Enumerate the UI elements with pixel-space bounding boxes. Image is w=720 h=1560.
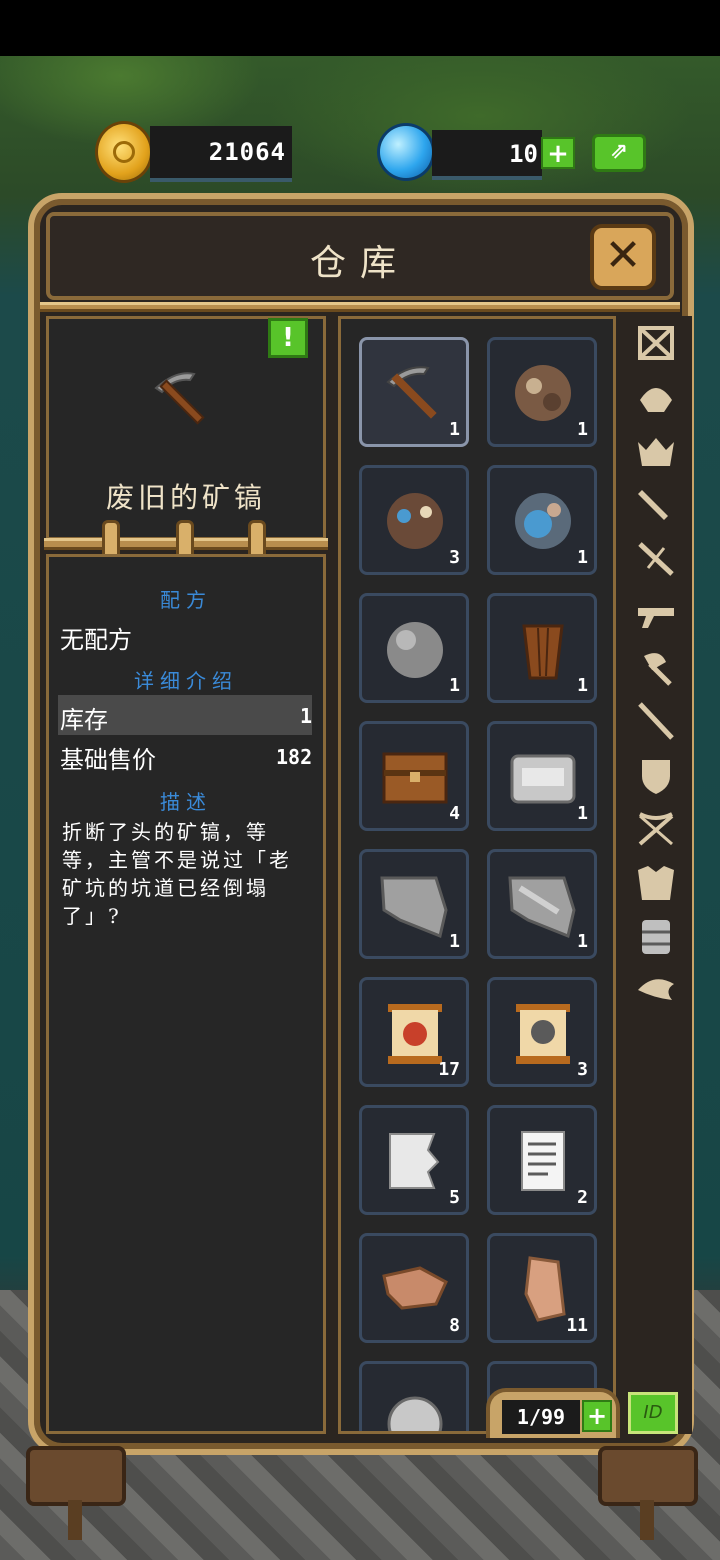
inventory-slot[interactable]: 1 [359, 849, 469, 959]
scale-signpost-icon [26, 1446, 126, 1506]
inventory-slot[interactable]: 3 [487, 977, 597, 1087]
recipe-heading: 配方 [160, 588, 212, 612]
gem-counter: 10 [432, 130, 542, 180]
stock-label: 库存 [60, 706, 108, 734]
staff-icon[interactable] [634, 700, 678, 742]
inventory-slot[interactable]: 1 [359, 337, 469, 447]
item-count: 1 [577, 547, 588, 568]
price-value: 182 [276, 745, 313, 769]
stock-value: 1 [300, 704, 313, 728]
item-count: 1 [577, 675, 588, 696]
share-icon: ⇗ [609, 139, 629, 164]
signpost-pole [640, 1500, 654, 1540]
share-button[interactable]: ⇗ [592, 134, 646, 172]
close-icon: ✕ [604, 230, 642, 281]
item-count: 8 [449, 1315, 460, 1336]
chest-armor-icon[interactable] [634, 862, 678, 904]
inventory-slot[interactable]: 11 [487, 1233, 597, 1343]
inventory-slot[interactable]: 5 [359, 1105, 469, 1215]
item-name: 废旧的矿镐 [105, 481, 266, 514]
all-icon[interactable] [634, 322, 678, 364]
status-bar [0, 0, 720, 56]
inventory-slot[interactable]: 8 [359, 1233, 469, 1343]
inventory-slot[interactable]: 1 [487, 593, 597, 703]
game-screen: 21064 10 + ⇗ 仓库 ✕ ! 废旧的矿镐 配方 无配方 详细介绍 库存… [0, 0, 720, 1560]
item-count: 1 [449, 931, 460, 952]
close-button[interactable]: ✕ [590, 224, 656, 290]
item-count: 1 [577, 803, 588, 824]
crossbow-icon[interactable] [634, 808, 678, 850]
description-heading: 描述 [160, 790, 212, 814]
item-count: 4 [449, 803, 460, 824]
inventory-slot[interactable]: 1 [487, 465, 597, 575]
door-signpost-icon [598, 1446, 698, 1506]
swords-icon[interactable] [634, 538, 678, 580]
inventory-slot[interactable] [359, 1361, 469, 1431]
item-count: 5 [449, 1187, 460, 1208]
alert-badge[interactable]: ! [268, 318, 308, 358]
inventory-slot[interactable]: 17 [359, 977, 469, 1087]
item-count: 11 [566, 1315, 588, 1336]
gun-icon[interactable] [634, 592, 678, 634]
item-count: 1 [577, 931, 588, 952]
signpost-pole [68, 1500, 82, 1540]
item-count: 17 [438, 1059, 460, 1080]
category-tabs [620, 316, 692, 1434]
item-count: 3 [449, 547, 460, 568]
expand-capacity-button[interactable]: + [582, 1400, 612, 1432]
shield-icon[interactable] [634, 754, 678, 796]
title-bar: 仓库 [46, 212, 674, 300]
inventory-slot[interactable]: 1 [487, 721, 597, 831]
item-description: 折断了头的矿镐，等等，主管不是说过「老矿坑的坑道已经倒塌了」? [62, 820, 292, 928]
price-label: 基础售价 [60, 746, 156, 774]
coin-value: 21064 [208, 138, 286, 166]
gem-value: 10 [509, 140, 538, 168]
pickaxe-icon [150, 366, 220, 426]
inventory-slot[interactable]: 4 [359, 721, 469, 831]
info-heading: 详细介绍 [134, 669, 238, 693]
capacity-value: 1/99 [502, 1400, 580, 1434]
inventory-slot[interactable]: 1 [359, 593, 469, 703]
item-count: 3 [577, 1059, 588, 1080]
crown-icon[interactable] [634, 430, 678, 472]
item-count: 1 [577, 419, 588, 440]
recipe-value: 无配方 [60, 626, 132, 654]
inventory-slot[interactable]: 2 [487, 1105, 597, 1215]
coin-counter: 21064 [150, 126, 292, 182]
item-count: 1 [449, 419, 460, 440]
inventory-grid: 1 1 3 1 1 1 4 1 1 1 17 3 5 2 8 11 [338, 316, 616, 1434]
blue-gem-icon [380, 126, 432, 178]
wing-icon[interactable] [634, 970, 678, 1012]
barrel-icon[interactable] [634, 916, 678, 958]
dagger-icon[interactable] [634, 484, 678, 526]
inventory-slot[interactable]: 1 [487, 849, 597, 959]
helmet-icon[interactable] [634, 376, 678, 418]
title-divider [40, 302, 680, 312]
axe-icon[interactable] [634, 646, 678, 688]
item-count: 1 [449, 675, 460, 696]
item-count: 2 [577, 1187, 588, 1208]
gold-coin-icon [98, 124, 150, 180]
add-gems-button[interactable]: + [541, 137, 575, 169]
inventory-slot[interactable]: 3 [359, 465, 469, 575]
id-button[interactable]: ID [628, 1392, 678, 1434]
window-title: 仓库 [309, 243, 410, 284]
inventory-slot[interactable]: 1 [487, 337, 597, 447]
